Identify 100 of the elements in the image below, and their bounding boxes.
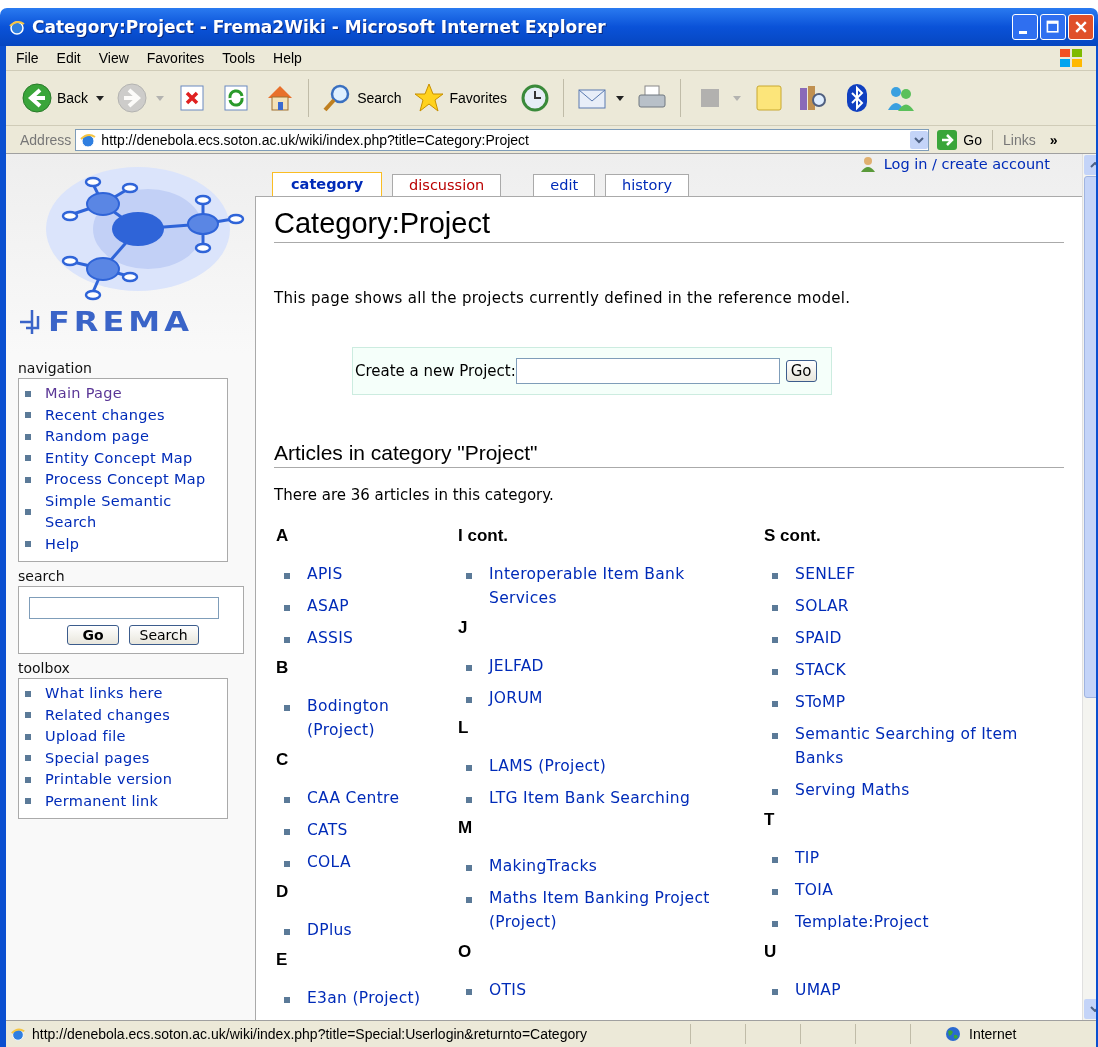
search-button[interactable]: Search	[318, 82, 405, 114]
article-link[interactable]: OTIS	[489, 978, 527, 1002]
search-button[interactable]: Go	[67, 625, 119, 645]
sidebar-link[interactable]: Process Concept Map	[45, 469, 206, 491]
menu-item[interactable]: View	[98, 50, 129, 66]
article-link[interactable]: Maths Item Banking Project (Project)	[489, 886, 729, 934]
letter-heading: A	[276, 526, 290, 546]
bullet-icon	[466, 697, 472, 703]
page-tab[interactable]: category	[272, 172, 383, 196]
sidebar-link[interactable]: Related changes	[45, 704, 171, 726]
bullet-icon	[772, 669, 778, 675]
bullet-icon	[25, 798, 31, 805]
maximize-button[interactable]	[1040, 14, 1066, 40]
page-tab[interactable]: discussion	[392, 174, 502, 196]
article-link[interactable]: UMAP	[795, 978, 841, 1002]
article-link[interactable]: SToMP	[795, 690, 846, 714]
more-links-button[interactable]: »	[1049, 131, 1058, 148]
bullet-icon	[466, 797, 472, 803]
article-link[interactable]: CATS	[307, 818, 348, 842]
article-link[interactable]: APIS	[307, 562, 343, 586]
article-link[interactable]: CAA Centre	[307, 786, 400, 810]
minimize-button[interactable]	[1012, 14, 1038, 40]
links-label[interactable]: Links	[1003, 131, 1036, 148]
dropdown-icon[interactable]	[910, 130, 929, 149]
bullet-icon	[772, 701, 778, 707]
article-link[interactable]: TOIA	[795, 878, 834, 902]
article-link[interactable]: ASAP	[307, 594, 349, 618]
letter-heading: I cont.	[458, 526, 510, 546]
close-button[interactable]	[1068, 14, 1094, 40]
close-icon	[1073, 19, 1089, 35]
globe-icon	[945, 1026, 961, 1042]
section-heading: Articles in category "Project"	[274, 441, 1064, 468]
sidebar-link[interactable]: What links here	[45, 683, 163, 705]
article-link[interactable]: DPlus	[307, 918, 352, 942]
portlet-title: toolbox	[18, 660, 71, 676]
article-link[interactable]: SENLEF	[795, 562, 856, 586]
article-link[interactable]: Bodington (Project)	[307, 694, 458, 742]
maximize-icon	[1045, 19, 1061, 35]
article-link[interactable]: ASSIS	[307, 626, 354, 650]
menu-item[interactable]: Edit	[56, 50, 81, 66]
bullet-icon	[772, 573, 778, 579]
article-link[interactable]: Semantic Searching of Item Banks	[795, 722, 1035, 770]
zone-label: Internet	[969, 1026, 1017, 1042]
letter-heading: B	[276, 658, 290, 678]
address-field[interactable]: http://denebola.ecs.soton.ac.uk/wiki/index.php?title=Category:Project	[75, 128, 930, 151]
sidebar-link[interactable]: Simple Semantic Search	[44, 490, 227, 534]
menu-item[interactable]: Tools	[222, 50, 256, 66]
status-text: http://denebola.ecs.soton.ac.uk/wiki/index.php?title=Special:Userlogin&returnto=Category	[32, 1026, 588, 1042]
sidebar-link[interactable]: Upload file	[45, 726, 126, 748]
letter-heading: J	[458, 618, 469, 638]
page-tab[interactable]: edit	[533, 174, 596, 196]
project-name-field[interactable]	[515, 358, 780, 384]
sidebar-link[interactable]: Special pages	[45, 747, 150, 769]
article-link[interactable]: STACK	[795, 658, 846, 682]
sidebar-link[interactable]: Random page	[45, 426, 150, 448]
menu-item[interactable]: Favorites	[146, 50, 205, 66]
article-link[interactable]: MakingTracks	[489, 854, 598, 878]
bullet-icon	[466, 897, 472, 903]
article-link[interactable]: JORUM	[489, 686, 543, 710]
article-link[interactable]: SPAID	[795, 626, 842, 650]
go-button[interactable]: Go	[785, 360, 817, 382]
search-button[interactable]: Search	[128, 625, 199, 645]
bullet-icon	[284, 573, 290, 579]
back-button[interactable]: Back	[18, 82, 108, 114]
login-link[interactable]: Log in / create account	[883, 156, 1050, 172]
bullet-icon	[284, 637, 290, 643]
article-link[interactable]: Interoperable Item Bank Services	[489, 562, 729, 610]
sidebar-link[interactable]: Main Page	[45, 383, 123, 405]
bullet-icon	[25, 776, 31, 783]
bullet-icon	[284, 797, 290, 803]
go-button[interactable]: Go	[933, 129, 994, 150]
letter-heading: T	[764, 810, 776, 830]
sidebar-link[interactable]: Help	[45, 533, 80, 555]
minimize-icon	[1019, 30, 1027, 34]
letter-heading: L	[458, 718, 470, 738]
bullet-icon	[25, 541, 31, 548]
sidebar-link[interactable]: Entity Concept Map	[45, 447, 193, 469]
favorites-button[interactable]: Favorites	[410, 82, 511, 114]
letter-heading: O	[458, 942, 473, 962]
article-link[interactable]: SOLAR	[795, 594, 849, 618]
article-link[interactable]: COLA	[307, 850, 351, 874]
menu-item[interactable]: File	[16, 50, 39, 66]
sidebar-link[interactable]: Permanent link	[45, 790, 159, 812]
article-link[interactable]: Serving Maths	[795, 778, 910, 802]
portlet-title: search	[18, 568, 66, 584]
page-title: Category:Project	[274, 207, 1064, 243]
menu-item[interactable]: Help	[273, 50, 302, 66]
article-link[interactable]: LTG Item Bank Searching	[489, 786, 691, 810]
star-icon	[413, 82, 446, 114]
article-link[interactable]: JELFAD	[489, 654, 544, 678]
article-link[interactable]: E3an (Project)	[307, 986, 421, 1010]
sidebar-link[interactable]: Recent changes	[45, 404, 165, 426]
article-link[interactable]: TIP	[795, 846, 820, 870]
sidebar-link[interactable]: Printable version	[45, 769, 173, 791]
bullet-icon	[25, 390, 31, 397]
article-link[interactable]: Template:Project	[795, 910, 929, 934]
bullet-icon	[284, 829, 290, 835]
page-tab[interactable]: history	[605, 174, 689, 196]
article-link[interactable]: LAMS (Project)	[489, 754, 607, 778]
search-field[interactable]	[29, 597, 219, 619]
